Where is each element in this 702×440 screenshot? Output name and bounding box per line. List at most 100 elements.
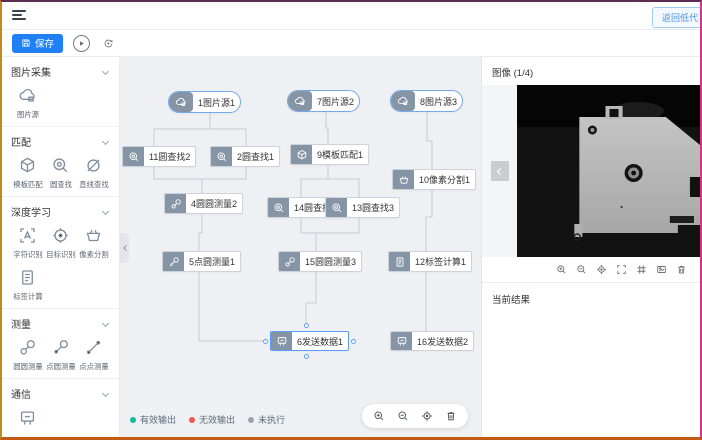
connection-handle[interactable] [263,339,268,344]
flow-node-image-source-1[interactable]: 1图片源1 [168,91,241,113]
circle-find-icon [51,156,70,175]
snapshot-icon[interactable] [656,264,667,275]
node-label: 12标签计算1 [410,255,471,268]
locate-icon[interactable] [596,264,607,275]
node-label: 4圆圆测量2 [186,197,242,210]
chevron-down-icon[interactable] [102,390,109,397]
legend-dot [130,417,136,423]
flow-node-send-data-2[interactable]: 16发送数据2 [390,331,474,351]
cloud-image-icon [18,86,37,105]
flow-node-circle-find-2[interactable]: 11圆查找2 [122,146,196,167]
node-label: 7图片源2 [312,95,359,108]
node-label: 10像素分割1 [414,173,475,186]
run-button[interactable] [73,35,90,52]
section-header[interactable]: 通信 [11,386,110,401]
flow-node-circle-circle-measure-3[interactable]: 15圆圆测量3 [278,251,362,272]
ocr-icon [18,226,37,245]
top-header: 返回低代 [2,2,700,30]
zoom-out-icon[interactable] [397,410,409,422]
connection-handle[interactable] [304,354,309,359]
flow-node-send-data-1[interactable]: 6发送数据1 [270,331,349,351]
save-label: 保存 [35,36,54,50]
connection-handle[interactable] [304,323,309,328]
label-calc-icon [389,252,410,271]
sidebar-item-template-match[interactable]: 模板匹配 [11,156,44,190]
flow-node-template-match-1[interactable]: 9模板匹配1 [290,144,369,165]
item-label: 标签计算 [13,291,42,301]
camera-image[interactable] [517,85,700,257]
run-continuous-button[interactable] [100,35,117,52]
flow-node-point-circle-measure-1[interactable]: 5点圆测量1 [162,251,241,272]
chevron-down-icon[interactable] [102,68,109,75]
sidebar-item-send-data[interactable] [11,408,44,431]
fullscreen-icon[interactable] [616,264,627,275]
sidebar-collapse-handle[interactable] [120,233,129,263]
flow-node-image-source-3[interactable]: 8图片源3 [390,90,463,112]
sidebar-item-label-calc[interactable]: 标签计算 [11,268,44,302]
sidebar-item-line-find[interactable]: 直线查找 [77,156,110,190]
chevron-down-icon[interactable] [102,320,109,327]
cube-icon [291,145,312,164]
section-header[interactable]: 匹配 [11,134,110,149]
sidebar-item-image-source[interactable]: 图片源 [11,86,44,120]
section-header[interactable]: 图片采集 [11,64,110,79]
locate-icon[interactable] [421,410,433,422]
flow-node-circle-find-3[interactable]: 13圆查找3 [325,197,400,218]
flow-node-image-source-2[interactable]: 7图片源2 [287,90,360,112]
circle-find-icon [211,147,232,166]
zoom-in-icon[interactable] [373,410,385,422]
section-title: 匹配 [11,134,31,149]
circle-circle-measure-icon [18,338,37,357]
sidebar-item-target-detect[interactable]: 目标识别 [44,226,77,260]
camera-image-scene [517,85,700,257]
sidebar-item-point-point-measure[interactable]: 点点测量 [77,338,110,372]
node-label: 15圆圆测量3 [300,255,361,268]
grid-icon[interactable] [636,264,647,275]
image-panel: 图像 (1/4) [482,57,700,437]
item-label: 圆圆测量 [13,361,42,371]
section-title: 通信 [11,386,31,401]
current-result-panel: 当前结果 [482,283,700,437]
legend-dot [189,417,195,423]
flow-node-circle-find-1[interactable]: 2圆查找1 [210,146,280,167]
node-label: 2圆查找1 [232,150,279,163]
section-header[interactable]: 测量 [11,316,110,331]
connection-handle[interactable] [351,339,356,344]
device-icon [18,408,37,427]
sidebar-item-segmentation[interactable]: 像素分割 [77,226,110,260]
chevron-left-icon [497,167,504,174]
prev-image-button[interactable] [491,161,509,181]
save-button[interactable]: 保存 [12,34,63,53]
run-icon [76,38,87,49]
item-label: 圆查找 [49,179,71,189]
item-label: 模板匹配 [13,179,42,189]
chevron-down-icon[interactable] [102,208,109,215]
menu-icon[interactable] [12,10,26,22]
tool-sidebar: 图片采集 图片源 匹配 模板匹配 [2,57,120,437]
zoom-out-icon[interactable] [576,264,587,275]
circle-find-icon [326,198,347,217]
run-continuous-icon [103,38,114,49]
measure-icon [279,252,300,271]
zoom-in-icon[interactable] [556,264,567,275]
item-label: 点圆测量 [46,361,75,371]
flow-node-circle-circle-measure-2[interactable]: 4圆圆测量2 [164,193,243,214]
back-to-lowcode-button[interactable]: 返回低代 [652,7,702,28]
section-header[interactable]: 深度学习 [11,204,110,219]
chevron-down-icon[interactable] [102,138,109,145]
delete-icon[interactable] [676,264,687,275]
sidebar-item-circle-find[interactable]: 圆查找 [44,156,77,190]
sidebar-item-ocr[interactable]: 字符识别 [11,226,44,260]
measure-icon [163,252,184,271]
chevron-left-icon [123,245,129,251]
sidebar-item-circle-circle-measure[interactable]: 圆圆测量 [11,338,44,372]
sidebar-item-point-circle-measure[interactable]: 点圆测量 [44,338,77,372]
flow-node-label-calc-1[interactable]: 12标签计算1 [388,251,472,272]
node-label: 9模板匹配1 [312,148,368,161]
flow-canvas[interactable]: 1图片源1 7图片源2 8图片源3 11圆查找2 2圆查找1 9模板匹配1 [120,57,482,437]
flow-node-segmentation-1[interactable]: 10像素分割1 [392,169,476,190]
cube-icon [18,156,37,175]
node-label: 13圆查找3 [347,201,399,214]
delete-icon[interactable] [445,410,457,422]
section-title: 深度学习 [11,204,51,219]
